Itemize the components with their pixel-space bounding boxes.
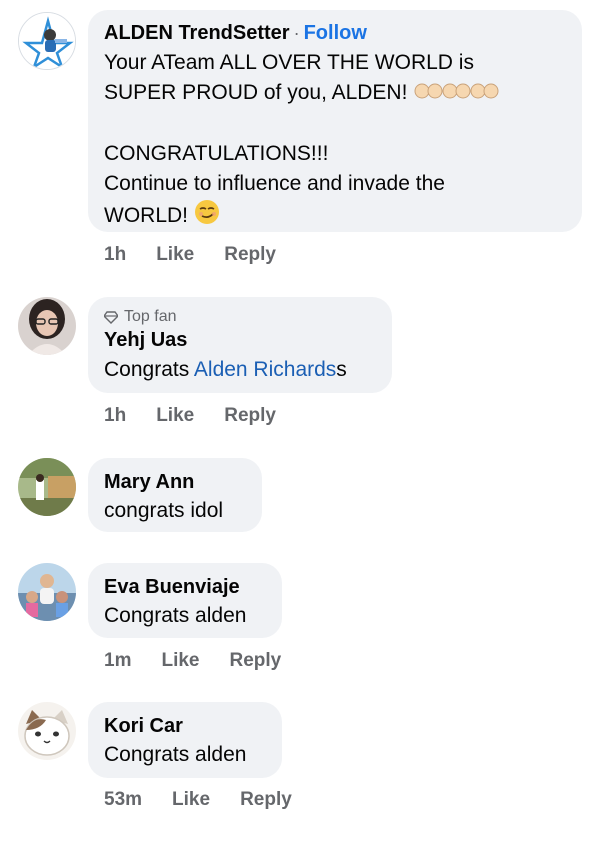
- reply-button[interactable]: Reply: [224, 405, 276, 427]
- comment-actions: 1h Like Reply: [104, 405, 306, 427]
- comment-line: SUPER PROUD of you, ALDEN!: [104, 81, 408, 105]
- profile-photo: [18, 458, 76, 516]
- reply-button[interactable]: Reply: [224, 244, 276, 266]
- comment-actions: 53m Like Reply: [104, 789, 322, 811]
- applause-hands-emoji-icon: [413, 78, 499, 109]
- comment-author[interactable]: Yehj Uas: [104, 327, 376, 353]
- comment-time[interactable]: 1h: [104, 244, 126, 266]
- follow-button[interactable]: Follow: [304, 22, 367, 44]
- smirk-emoji-icon: [194, 199, 220, 234]
- comment-text: Congrats alden: [104, 743, 247, 766]
- avatar-mary-ann[interactable]: [18, 458, 76, 516]
- comment-author[interactable]: ALDEN TrendSetter: [104, 22, 290, 44]
- comment-text: congrats idol: [104, 499, 224, 522]
- comment-author[interactable]: Eva Buenviaje: [104, 574, 266, 600]
- comment-author[interactable]: Mary Ann: [104, 469, 246, 495]
- badge-label: Top fan: [124, 308, 177, 325]
- comment-text: Congrats alden: [104, 604, 247, 627]
- comment-bubble: Kori Car Congrats alden: [88, 702, 282, 778]
- comment-actions: 1m Like Reply: [104, 650, 311, 672]
- comment-text: Congrats Alden Richardss: [104, 355, 376, 385]
- comment-bubble: ALDEN TrendSetter · Follow Your ATeam ALL …: [88, 10, 582, 232]
- comment-time[interactable]: 53m: [104, 789, 142, 811]
- reply-button[interactable]: Reply: [230, 650, 282, 672]
- mention-link[interactable]: Alden Richards: [194, 358, 336, 381]
- diamond-icon: [104, 311, 118, 324]
- comment-time[interactable]: 1h: [104, 405, 126, 427]
- like-button[interactable]: Like: [161, 650, 199, 672]
- avatar-kori-car[interactable]: [18, 702, 76, 760]
- reply-button[interactable]: Reply: [240, 789, 292, 811]
- comment-text-part: Congrats: [104, 358, 194, 381]
- avatar-alden-trendsetter[interactable]: [18, 12, 76, 70]
- comment-text-part: s: [336, 358, 347, 381]
- top-fan-badge: Top fan: [104, 307, 376, 327]
- comment-line-with-emoji: SUPER PROUD of you, ALDEN!: [104, 78, 566, 109]
- like-button[interactable]: Like: [156, 244, 194, 266]
- comment-text: Your ATeam ALL OVER THE WORLD is SUPER P…: [104, 48, 566, 234]
- profile-photo: [18, 297, 76, 355]
- comment-bubble: Eva Buenviaje Congrats alden: [88, 563, 282, 638]
- star-logo-icon: [19, 13, 75, 69]
- comment-line: Continue to influence and invade the: [104, 172, 445, 195]
- comment-bubble: Mary Ann congrats idol: [88, 458, 262, 532]
- comment-time[interactable]: 1m: [104, 650, 131, 672]
- comment-line: Your ATeam ALL OVER THE WORLD is: [104, 51, 474, 74]
- like-button[interactable]: Like: [156, 405, 194, 427]
- like-button[interactable]: Like: [172, 789, 210, 811]
- comment-author[interactable]: Kori Car: [104, 713, 266, 739]
- separator-dot: ·: [293, 23, 300, 43]
- comment-line: CONGRATULATIONS!!!: [104, 142, 329, 165]
- profile-photo: [18, 563, 76, 621]
- avatar-yehj-uas[interactable]: [18, 297, 76, 355]
- comment-line: WORLD!: [104, 204, 188, 228]
- comment-bubble: Top fan Yehj Uas Congrats Alden Richards…: [88, 297, 392, 393]
- comment-line-with-emoji: WORLD!: [104, 199, 566, 234]
- cat-icon: [18, 702, 76, 760]
- avatar-eva-buenviaje[interactable]: [18, 563, 76, 621]
- comment-header: ALDEN TrendSetter · Follow: [104, 20, 566, 46]
- comment-actions: 1h Like Reply: [104, 244, 306, 266]
